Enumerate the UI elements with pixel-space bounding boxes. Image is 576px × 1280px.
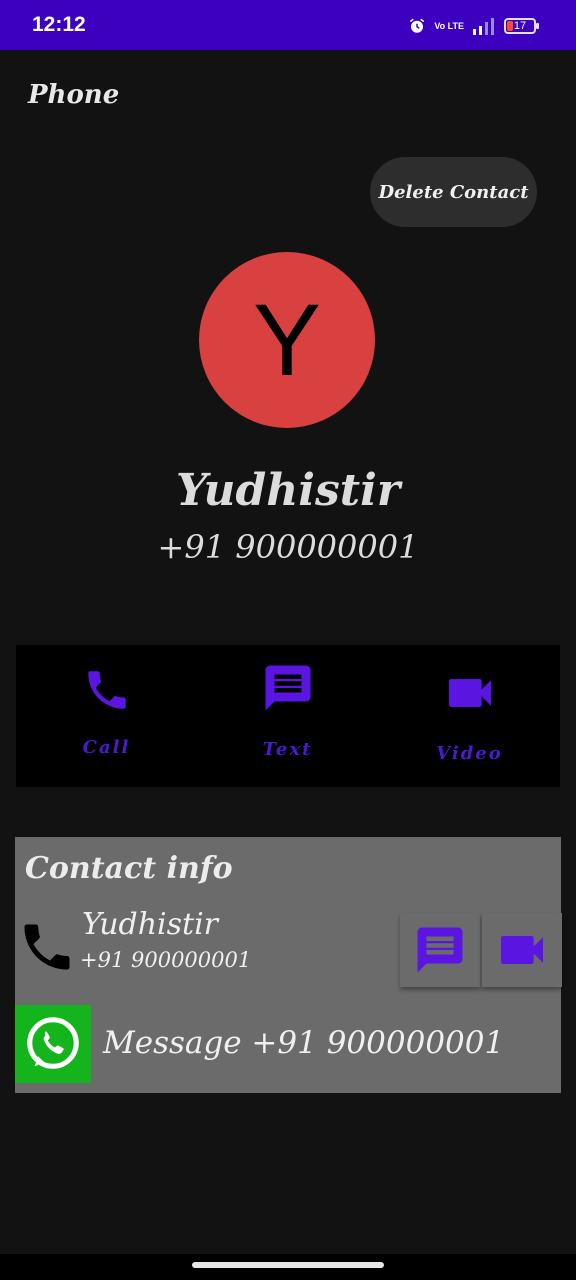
alarm-icon — [410, 18, 425, 33]
signal-icon — [473, 18, 494, 35]
video-button[interactable]: Video — [379, 645, 560, 787]
contact-info-title: Contact info — [25, 851, 233, 886]
battery-level: 17 — [513, 20, 527, 32]
call-button[interactable]: Call — [16, 645, 197, 787]
phone-icon[interactable] — [17, 917, 77, 977]
home-gesture-handle[interactable] — [192, 1262, 384, 1268]
whatsapp-icon — [15, 1005, 91, 1083]
status-icons: Vo LTE 17 — [408, 14, 539, 38]
video-camera-icon — [501, 936, 543, 964]
contact-name: Yudhistir — [175, 465, 401, 516]
message-icon — [417, 927, 463, 973]
text-button[interactable]: Text — [197, 645, 378, 787]
video-call-button[interactable] — [482, 913, 562, 987]
whatsapp-message-text: Message +91 900000001 — [103, 1025, 505, 1061]
avatar: Y — [199, 252, 375, 428]
phone-icon — [87, 671, 126, 709]
message-button[interactable] — [400, 913, 480, 987]
status-bar: 12:12 Vo LTE 17 — [0, 0, 576, 50]
app-title: Phone — [28, 80, 120, 110]
volte-icon: Vo LTE — [434, 20, 464, 31]
whatsapp-message-row[interactable]: Message +91 900000001 — [15, 1005, 561, 1083]
contact-info-number: +91 900000001 — [80, 948, 252, 972]
status-time: 12:12 — [32, 13, 86, 36]
video-label: Video — [436, 743, 503, 764]
contact-info-name: Yudhistir — [82, 907, 219, 942]
action-bar: Call Text Video — [16, 645, 560, 787]
delete-contact-button[interactable]: Delete Contact — [370, 157, 537, 227]
text-label: Text — [262, 739, 313, 760]
call-label: Call — [82, 737, 131, 758]
message-icon — [265, 665, 310, 711]
contact-number: +91 900000001 — [157, 528, 419, 566]
contact-info-card: Contact info Yudhistir +91 900000001 Mes… — [15, 837, 562, 1093]
video-camera-icon — [448, 679, 491, 707]
battery-icon: 17 — [504, 18, 539, 34]
